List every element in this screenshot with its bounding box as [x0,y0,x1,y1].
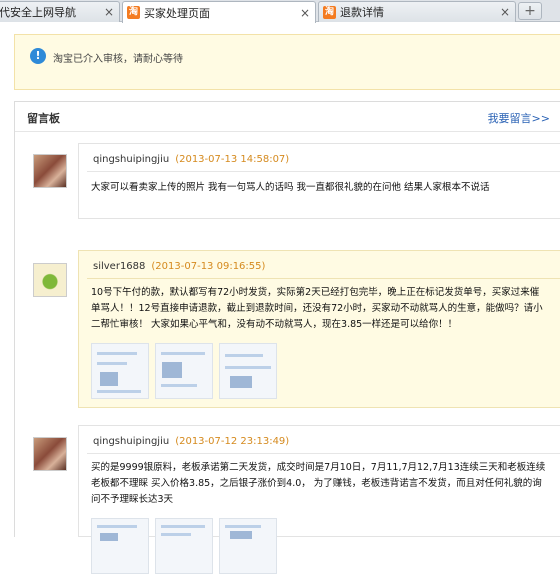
tab-safe-navigation[interactable]: 代安全上网导航 × [0,1,120,22]
browser-tab-bar: 代安全上网导航 × 淘 买家处理页面 × 淘 退款详情 × + [0,0,560,23]
attachment-thumbnail[interactable] [219,518,277,574]
close-icon[interactable]: × [299,6,311,20]
attachment-thumbnail[interactable] [219,343,277,399]
leave-message-link[interactable]: 我要留言>> [488,110,550,126]
username: silver1688 [93,261,146,272]
timestamp: (2013-07-12 23:13:49) [175,436,290,447]
avatar [33,154,67,188]
message-content: 买的是9999银原料，老板承诺第二天发货，成交时间是7月10日，7月11,7月1… [91,462,546,505]
new-tab-button[interactable]: + [518,2,542,20]
message-bubble: qingshuipingjiu (2013-07-12 23:13:49) 买的是… [78,425,560,574]
close-icon[interactable]: × [499,5,511,19]
timestamp: (2013-07-13 14:58:07) [175,154,290,165]
message-bubble: silver1688 (2013-07-13 09:16:55) 10号下午付的款… [78,250,560,408]
attachment-thumbnail[interactable] [91,343,149,399]
message-content: 大家可以看卖家上传的照片 我有一句骂人的话吗 我一直都很礼貌的在问他 结果人家根… [91,182,490,193]
board-header: 留言板 我要留言>> [15,102,560,132]
tab-buyer-processing[interactable]: 淘 买家处理页面 × [122,1,316,23]
avatar [33,263,67,297]
message-meta: silver1688 (2013-07-13 09:16:55) [93,261,265,272]
taobao-icon: 淘 [127,6,140,19]
board-title: 留言板 [27,112,60,125]
tab-refund-details[interactable]: 淘 退款详情 × [318,1,516,22]
close-icon[interactable]: × [103,5,115,19]
username: qingshuipingjiu [93,436,170,447]
info-icon: ! [30,48,46,64]
tab-label: 买家处理页面 [144,6,210,20]
taobao-icon: 淘 [323,5,336,19]
message-meta: qingshuipingjiu (2013-07-12 23:13:49) [93,436,289,447]
notice-banner: ! 淘宝已介入审核，请耐心等待 [14,34,560,90]
timestamp: (2013-07-13 09:16:55) [151,261,266,272]
notice-text: 淘宝已介入审核，请耐心等待 [53,54,183,65]
message-content: 10号下午付的款，默认都写有72小时发货，实际第2天已经打包完毕，晚上正在标记发… [91,287,543,330]
divider [87,453,560,454]
attachment-thumbnail[interactable] [155,518,213,574]
avatar [33,437,67,471]
tab-label: 退款详情 [340,6,384,19]
username: qingshuipingjiu [93,154,170,165]
divider [87,171,560,172]
divider [87,278,560,279]
attachment-thumbnail[interactable] [91,518,149,574]
message-bubble: qingshuipingjiu (2013-07-13 14:58:07) 大家可… [78,143,560,219]
attachment-thumbnail[interactable] [155,343,213,399]
tab-label: 代安全上网导航 [0,6,76,19]
message-meta: qingshuipingjiu (2013-07-13 14:58:07) [93,154,289,165]
